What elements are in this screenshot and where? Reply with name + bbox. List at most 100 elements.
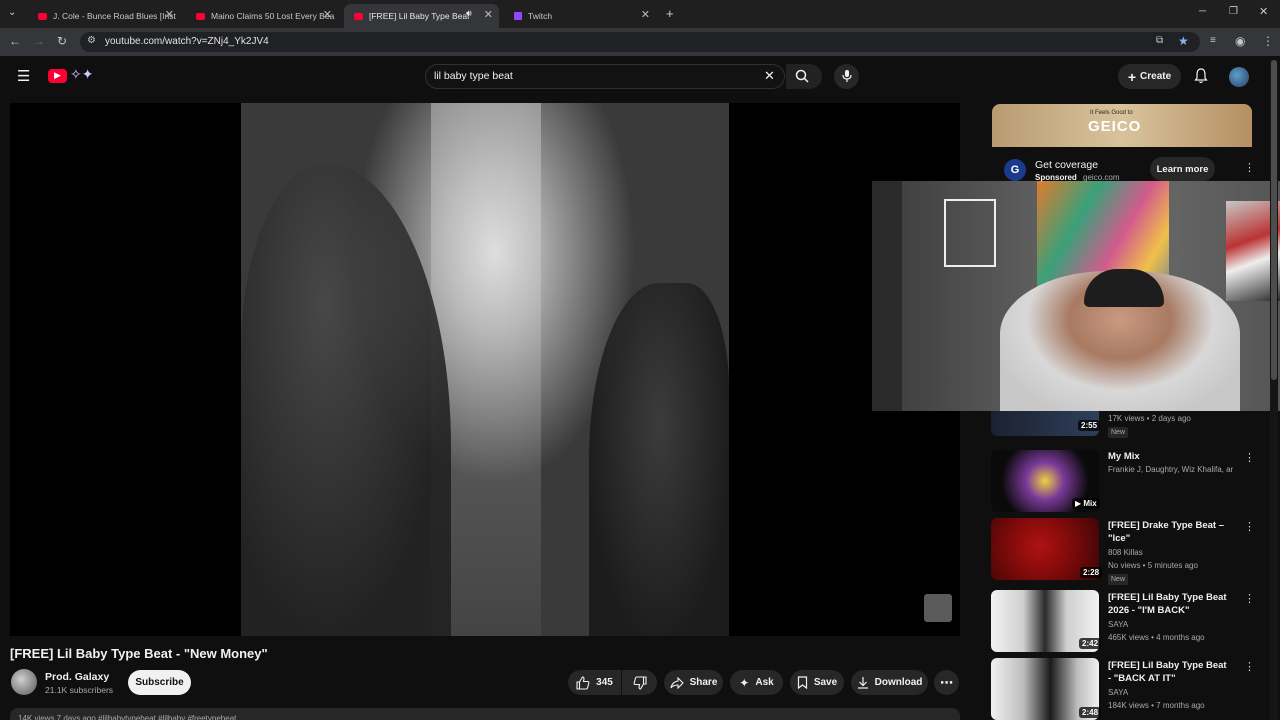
share-icon [670,676,684,689]
more-actions-button[interactable]: ⋯ [934,670,959,695]
bell-icon[interactable] [1194,68,1208,84]
ad-advertiser-icon[interactable]: G [1004,159,1026,181]
new-badge: New [1108,574,1129,585]
subscribe-button[interactable]: Subscribe [128,670,191,695]
tab-search-icon[interactable]: ⌄ [8,7,16,18]
ask-label: Ask [755,677,774,688]
ad-logo-text: GEICO [1088,118,1142,135]
doodle-sparkle-icon[interactable]: ✧✦ [70,66,93,83]
ad-more-icon[interactable]: ⋮ [1244,161,1255,174]
site-info-icon[interactable]: ⚙ [87,35,96,46]
browser-menu-icon[interactable]: ⋮ [1262,34,1274,48]
tab-jcole[interactable]: J. Cole - Bunce Road Blues [Inst ✕ [28,4,180,28]
dislike-button[interactable] [622,670,657,695]
like-button[interactable]: 345 [568,670,621,695]
channel-watermark[interactable] [924,594,952,622]
video-title: [FREE] Lil Baby Type Beat - "New Money" [10,646,268,661]
download-button[interactable]: Download [851,670,928,695]
rec-more-icon[interactable]: ⋮ [1244,451,1255,464]
ad-tagline: It Feels Good to [1090,110,1133,116]
search-input[interactable]: lil baby type beat [434,70,513,82]
minimize-icon[interactable]: ─ [1199,6,1206,17]
close-tab-icon[interactable]: ✕ [323,8,332,21]
tab-twitch[interactable]: Twitch ✕ [504,4,656,28]
reload-icon[interactable]: ↻ [57,34,67,48]
menu-icon[interactable]: ☰ [17,67,30,85]
ad-domain: geico.com [1083,173,1120,182]
close-tab-icon[interactable]: ✕ [165,8,174,21]
profile-icon[interactable]: ◉ [1235,34,1245,48]
mix-badge: ▶ Mix [1072,498,1100,509]
video-figure-left [241,163,451,636]
media-control-icon[interactable]: ≡ [1210,35,1216,46]
close-window-icon[interactable]: ✕ [1259,5,1268,18]
save-button[interactable]: Save [790,670,844,695]
rec-meta: No views • 5 minutes ago [1108,561,1198,570]
rec-channel: 808 Killas [1108,548,1143,557]
video-duration: 2:48 [1079,707,1102,718]
tab-maino[interactable]: Maino Claims 50 Lost Every Bea ✕ [186,4,338,28]
rec-more-icon[interactable]: ⋮ [1244,520,1255,533]
video-duration: 2:28 [1080,567,1103,578]
tab-label: Maino Claims 50 Lost Every Bea [211,11,335,21]
new-tab-icon[interactable]: + [666,6,674,21]
audio-playing-icon[interactable]: 🔊︎ [466,8,472,19]
mix-label: Mix [1083,499,1097,508]
plus-icon: + [1127,68,1137,85]
save-label: Save [813,677,838,688]
sponsored-label: Sponsored [1035,173,1077,182]
youtube-favicon [38,12,47,20]
rec-more-icon[interactable]: ⋮ [1244,592,1255,605]
subscriber-count: 21.1K subscribers [45,685,114,695]
voice-search-button[interactable] [834,64,859,89]
close-tab-icon[interactable]: ✕ [484,8,493,21]
close-tab-icon[interactable]: ✕ [641,8,650,21]
rec-title[interactable]: [FREE] Lil Baby Type Beat - "BACK AT IT" [1108,659,1228,685]
rec-meta: 184K views • 7 months ago [1108,701,1205,710]
channel-name[interactable]: Prod. Galaxy [45,671,109,683]
channel-avatar[interactable] [11,669,37,695]
youtube-favicon [196,12,205,20]
avatar[interactable] [1229,67,1249,87]
webcam-overlay [872,181,1280,411]
description-box[interactable]: 14K views 7 days ago #lilbabytypebeat #l… [10,708,960,720]
create-label: Create [1140,71,1172,82]
clear-search-icon[interactable]: ✕ [764,68,775,84]
rec-title[interactable]: [FREE] Drake Type Beat – "Ice" [1108,519,1228,545]
youtube-logo[interactable]: ▶ [48,69,67,83]
search-button[interactable] [786,64,822,89]
ad-title[interactable]: Get coverage [1035,159,1098,171]
rec-title[interactable]: My Mix [1108,450,1228,463]
video-figure-right [589,283,729,636]
url-text[interactable]: youtube.com/watch?v=ZNj4_Yk2JV4 [105,36,269,47]
ad-sponsored-line: Sponsored geico.com [1035,173,1119,182]
back-icon[interactable]: ← [9,34,21,48]
like-count: 345 [596,677,613,688]
rec-more-icon[interactable]: ⋮ [1244,660,1255,673]
play-icon: ▶ [54,70,61,80]
video-frame[interactable] [241,103,729,636]
webcam-painting-small [944,199,996,267]
video-duration: 2:55 [1078,420,1101,431]
ask-button[interactable]: ✦ Ask [730,670,783,695]
thumbs-down-icon [633,675,647,690]
install-app-icon[interactable]: ⧉ [1156,35,1163,46]
share-label: Share [689,677,718,688]
search-icon [795,69,809,83]
learn-more-button[interactable]: Learn more [1150,157,1215,181]
scrollbar-thumb[interactable] [1271,60,1277,380]
share-button[interactable]: Share [664,670,723,695]
bookmark-star-icon[interactable]: ★ [1178,34,1189,48]
forward-icon[interactable]: → [33,34,45,48]
create-button[interactable]: + Create [1118,64,1181,89]
youtube-favicon [354,12,363,20]
tab-label: [FREE] Lil Baby Type Beat - [369,11,469,21]
rec-title[interactable]: [FREE] Lil Baby Type Beat 2026 - "I'M BA… [1108,591,1228,617]
rec-meta: 465K views • 4 months ago [1108,633,1205,642]
ad-banner[interactable]: It Feels Good to GEICO [992,104,1252,147]
tab-current[interactable]: [FREE] Lil Baby Type Beat - 🔊︎ ✕ [344,4,499,28]
rec-channel: SAYA [1108,620,1129,629]
twitch-favicon [514,12,522,20]
webcam-shelf [872,181,902,411]
maximize-icon[interactable]: ❐ [1229,6,1238,17]
